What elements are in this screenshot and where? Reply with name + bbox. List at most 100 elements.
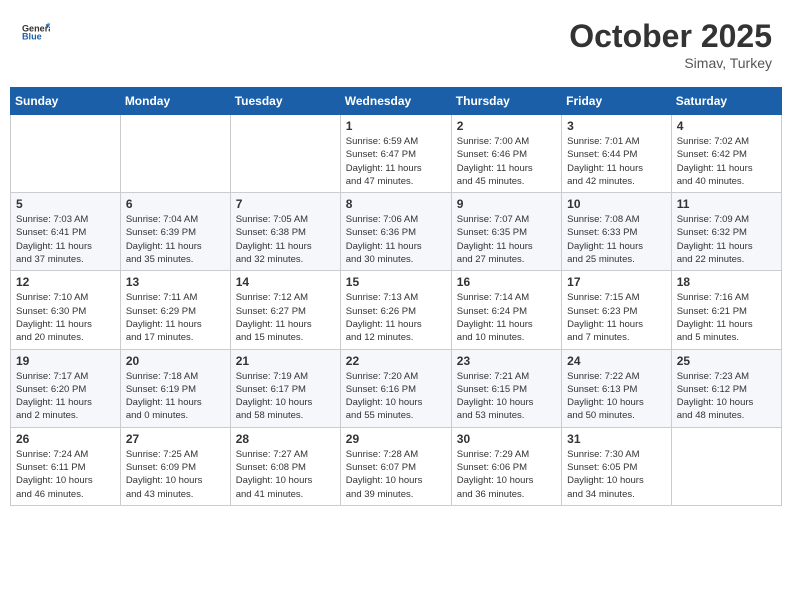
day-number: 18 <box>677 275 776 289</box>
day-info: Sunrise: 7:04 AM Sunset: 6:39 PM Dayligh… <box>126 213 225 266</box>
day-number: 21 <box>236 354 335 368</box>
col-wednesday: Wednesday <box>340 88 451 115</box>
col-saturday: Saturday <box>671 88 781 115</box>
day-cell: 23Sunrise: 7:21 AM Sunset: 6:15 PM Dayli… <box>451 349 561 427</box>
day-cell: 18 Sunrise: 7:16 AM Sunset: 6:21 PM Dayli… <box>671 271 781 349</box>
day-number: 5 <box>16 197 115 211</box>
day-info: Sunrise: 7:17 AM Sunset: 6:20 PM Dayligh… <box>16 370 115 423</box>
day-number: 25 <box>677 354 776 368</box>
day-number: 16 <box>457 275 556 289</box>
day-info: Sunrise: 7:11 AM Sunset: 6:29 PM Dayligh… <box>126 291 225 344</box>
day-number: 11 <box>677 197 776 211</box>
day-number: 22 <box>346 354 446 368</box>
day-cell: 6 Sunrise: 7:04 AM Sunset: 6:39 PM Daylig… <box>120 193 230 271</box>
day-cell: 3 Sunrise: 7:01 AM Sunset: 6:44 PM Daylig… <box>562 115 672 193</box>
day-cell: 27 Sunrise: 7:25 AM Sunset: 6:09 PM Dayli… <box>120 427 230 505</box>
day-info: Sunrise: 7:08 AM Sunset: 6:33 PM Dayligh… <box>567 213 666 266</box>
day-info: Sunrise: 7:16 AM Sunset: 6:21 PM Dayligh… <box>677 291 776 344</box>
day-info: Sunrise: 7:12 AM Sunset: 6:27 PM Dayligh… <box>236 291 335 344</box>
day-info: Sunrise: 7:20 AM Sunset: 6:16 PM Dayligh… <box>346 370 446 423</box>
day-cell: 10 Sunrise: 7:08 AM Sunset: 6:33 PM Dayli… <box>562 193 672 271</box>
day-number: 19 <box>16 354 115 368</box>
logo-icon: General Blue <box>22 18 50 46</box>
page-header: General Blue October 2025 Simav, Turkey <box>10 10 782 79</box>
week-row-2: 5 Sunrise: 7:03 AM Sunset: 6:41 PM Daylig… <box>11 193 782 271</box>
day-info: Sunrise: 7:05 AM Sunset: 6:38 PM Dayligh… <box>236 213 335 266</box>
day-info: Sunrise: 7:09 AM Sunset: 6:32 PM Dayligh… <box>677 213 776 266</box>
day-cell: 21 Sunrise: 7:19 AM Sunset: 6:17 PM Dayli… <box>230 349 340 427</box>
day-cell: 15 Sunrise: 7:13 AM Sunset: 6:26 PM Dayli… <box>340 271 451 349</box>
day-number: 29 <box>346 432 446 446</box>
col-friday: Friday <box>562 88 672 115</box>
day-info: Sunrise: 7:01 AM Sunset: 6:44 PM Dayligh… <box>567 135 666 188</box>
day-info: Sunrise: 7:28 AM Sunset: 6:07 PM Dayligh… <box>346 448 446 501</box>
week-row-5: 26Sunrise: 7:24 AM Sunset: 6:11 PM Dayli… <box>11 427 782 505</box>
svg-text:Blue: Blue <box>22 32 42 42</box>
day-info: Sunrise: 7:07 AM Sunset: 6:35 PM Dayligh… <box>457 213 556 266</box>
day-number: 10 <box>567 197 666 211</box>
day-number: 31 <box>567 432 666 446</box>
day-cell: 14 Sunrise: 7:12 AM Sunset: 6:27 PM Dayli… <box>230 271 340 349</box>
location: Simav, Turkey <box>569 55 772 71</box>
day-cell: 13Sunrise: 7:11 AM Sunset: 6:29 PM Dayli… <box>120 271 230 349</box>
day-cell: 1 Sunrise: 6:59 AM Sunset: 6:47 PM Daylig… <box>340 115 451 193</box>
day-cell: 8Sunrise: 7:06 AM Sunset: 6:36 PM Daylig… <box>340 193 451 271</box>
col-tuesday: Tuesday <box>230 88 340 115</box>
day-info: Sunrise: 7:15 AM Sunset: 6:23 PM Dayligh… <box>567 291 666 344</box>
day-number: 27 <box>126 432 225 446</box>
day-info: Sunrise: 7:06 AM Sunset: 6:36 PM Dayligh… <box>346 213 446 266</box>
day-number: 1 <box>346 119 446 133</box>
day-cell: 25 Sunrise: 7:23 AM Sunset: 6:12 PM Dayli… <box>671 349 781 427</box>
day-number: 15 <box>346 275 446 289</box>
day-info: Sunrise: 7:24 AM Sunset: 6:11 PM Dayligh… <box>16 448 115 501</box>
day-cell: 20 Sunrise: 7:18 AM Sunset: 6:19 PM Dayli… <box>120 349 230 427</box>
day-info: Sunrise: 7:03 AM Sunset: 6:41 PM Dayligh… <box>16 213 115 266</box>
day-number: 9 <box>457 197 556 211</box>
day-cell: 12Sunrise: 7:10 AM Sunset: 6:30 PM Dayli… <box>11 271 121 349</box>
day-info: Sunrise: 7:14 AM Sunset: 6:24 PM Dayligh… <box>457 291 556 344</box>
day-number: 24 <box>567 354 666 368</box>
day-number: 3 <box>567 119 666 133</box>
day-info: Sunrise: 7:00 AM Sunset: 6:46 PM Dayligh… <box>457 135 556 188</box>
calendar-table: Sunday Monday Tuesday Wednesday Thursday… <box>10 87 782 506</box>
day-cell: 31 Sunrise: 7:30 AM Sunset: 6:05 PM Dayli… <box>562 427 672 505</box>
calendar-header-row: Sunday Monday Tuesday Wednesday Thursday… <box>11 88 782 115</box>
day-info: Sunrise: 7:30 AM Sunset: 6:05 PM Dayligh… <box>567 448 666 501</box>
day-cell: 16 Sunrise: 7:14 AM Sunset: 6:24 PM Dayli… <box>451 271 561 349</box>
title-block: October 2025 Simav, Turkey <box>569 18 772 71</box>
month-title: October 2025 <box>569 18 772 55</box>
day-number: 20 <box>126 354 225 368</box>
week-row-1: 1 Sunrise: 6:59 AM Sunset: 6:47 PM Daylig… <box>11 115 782 193</box>
day-number: 6 <box>126 197 225 211</box>
day-cell: 9 Sunrise: 7:07 AM Sunset: 6:35 PM Daylig… <box>451 193 561 271</box>
day-cell <box>120 115 230 193</box>
day-cell <box>230 115 340 193</box>
day-cell: 22 Sunrise: 7:20 AM Sunset: 6:16 PM Dayli… <box>340 349 451 427</box>
day-number: 17 <box>567 275 666 289</box>
day-cell: 24Sunrise: 7:22 AM Sunset: 6:13 PM Dayli… <box>562 349 672 427</box>
day-number: 2 <box>457 119 556 133</box>
day-number: 14 <box>236 275 335 289</box>
day-info: Sunrise: 7:27 AM Sunset: 6:08 PM Dayligh… <box>236 448 335 501</box>
day-cell: 4Sunrise: 7:02 AM Sunset: 6:42 PM Daylig… <box>671 115 781 193</box>
day-info: Sunrise: 7:19 AM Sunset: 6:17 PM Dayligh… <box>236 370 335 423</box>
day-number: 7 <box>236 197 335 211</box>
day-cell: 19 Sunrise: 7:17 AM Sunset: 6:20 PM Dayli… <box>11 349 121 427</box>
day-cell: 17 Sunrise: 7:15 AM Sunset: 6:23 PM Dayli… <box>562 271 672 349</box>
day-info: Sunrise: 6:59 AM Sunset: 6:47 PM Dayligh… <box>346 135 446 188</box>
col-sunday: Sunday <box>11 88 121 115</box>
col-thursday: Thursday <box>451 88 561 115</box>
day-info: Sunrise: 7:13 AM Sunset: 6:26 PM Dayligh… <box>346 291 446 344</box>
day-cell: 11 Sunrise: 7:09 AM Sunset: 6:32 PM Dayli… <box>671 193 781 271</box>
day-info: Sunrise: 7:02 AM Sunset: 6:42 PM Dayligh… <box>677 135 776 188</box>
week-row-3: 12Sunrise: 7:10 AM Sunset: 6:30 PM Dayli… <box>11 271 782 349</box>
day-number: 28 <box>236 432 335 446</box>
day-cell: 26Sunrise: 7:24 AM Sunset: 6:11 PM Dayli… <box>11 427 121 505</box>
day-number: 12 <box>16 275 115 289</box>
day-info: Sunrise: 7:18 AM Sunset: 6:19 PM Dayligh… <box>126 370 225 423</box>
day-info: Sunrise: 7:29 AM Sunset: 6:06 PM Dayligh… <box>457 448 556 501</box>
day-info: Sunrise: 7:25 AM Sunset: 6:09 PM Dayligh… <box>126 448 225 501</box>
col-monday: Monday <box>120 88 230 115</box>
day-number: 23 <box>457 354 556 368</box>
day-info: Sunrise: 7:23 AM Sunset: 6:12 PM Dayligh… <box>677 370 776 423</box>
